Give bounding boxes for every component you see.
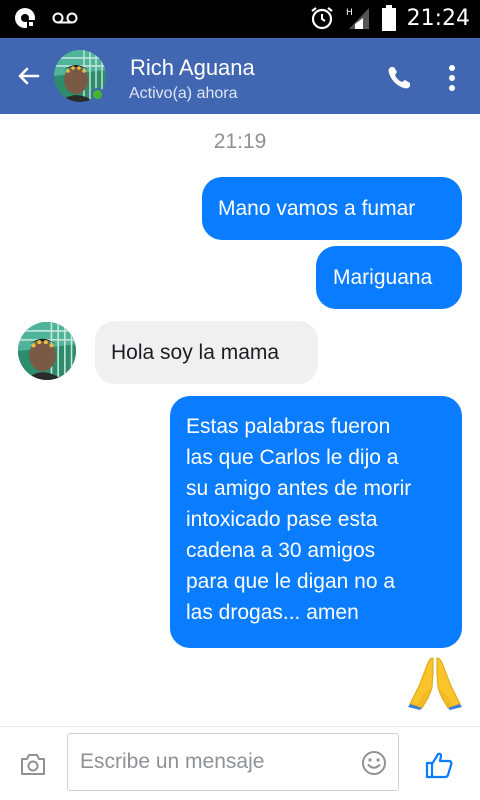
message-timestamp: 21:19 (213, 130, 267, 153)
message-line: para que le digan no a (186, 570, 396, 593)
phone-icon[interactable] (386, 65, 412, 91)
conversation-header: Rich Aguana Activo(a) ahora (0, 38, 480, 114)
camera-icon[interactable] (20, 752, 46, 776)
contact-name[interactable]: Rich Aguana (130, 55, 255, 81)
signal-icon: H (346, 8, 369, 29)
alarm-icon (310, 7, 333, 30)
sender-avatar[interactable] (18, 322, 76, 380)
back-arrow-icon[interactable] (14, 62, 42, 90)
active-status: Activo(a) ahora (129, 85, 238, 102)
composer-divider (0, 726, 480, 727)
outgoing-message[interactable]: Estas palabras fueron las que Carlos le … (170, 396, 462, 648)
message-line: las drogas... amen (186, 601, 359, 624)
outgoing-message[interactable]: Mariguana (316, 246, 462, 309)
message-input-placeholder: Escribe un mensaje (80, 750, 265, 773)
voicemail-icon (52, 12, 78, 24)
praying-hands-emoji[interactable] (406, 654, 464, 710)
message-input[interactable]: Escribe un mensaje (67, 733, 399, 791)
more-options-icon[interactable] (444, 63, 460, 93)
online-indicator (91, 88, 104, 101)
battery-icon (381, 5, 396, 31)
clock: 21:24 (406, 5, 470, 31)
outgoing-message[interactable]: Mano vamos a fumar (202, 177, 462, 240)
emoji-icon[interactable] (361, 750, 387, 776)
thumbs-up-icon[interactable] (424, 750, 454, 780)
svg-text:H: H (346, 8, 353, 18)
status-bar: H 21:24 (0, 0, 480, 38)
message-line: las que Carlos le dijo a (186, 446, 399, 469)
notification-icon (15, 8, 35, 28)
message-line: intoxicado pase esta (186, 508, 378, 531)
message-line: Estas palabras fueron (186, 415, 391, 438)
incoming-message[interactable]: Hola soy la mama (95, 321, 318, 384)
message-line: su amigo antes de morir (186, 477, 412, 500)
message-line: cadena a 30 amigos (186, 539, 376, 562)
